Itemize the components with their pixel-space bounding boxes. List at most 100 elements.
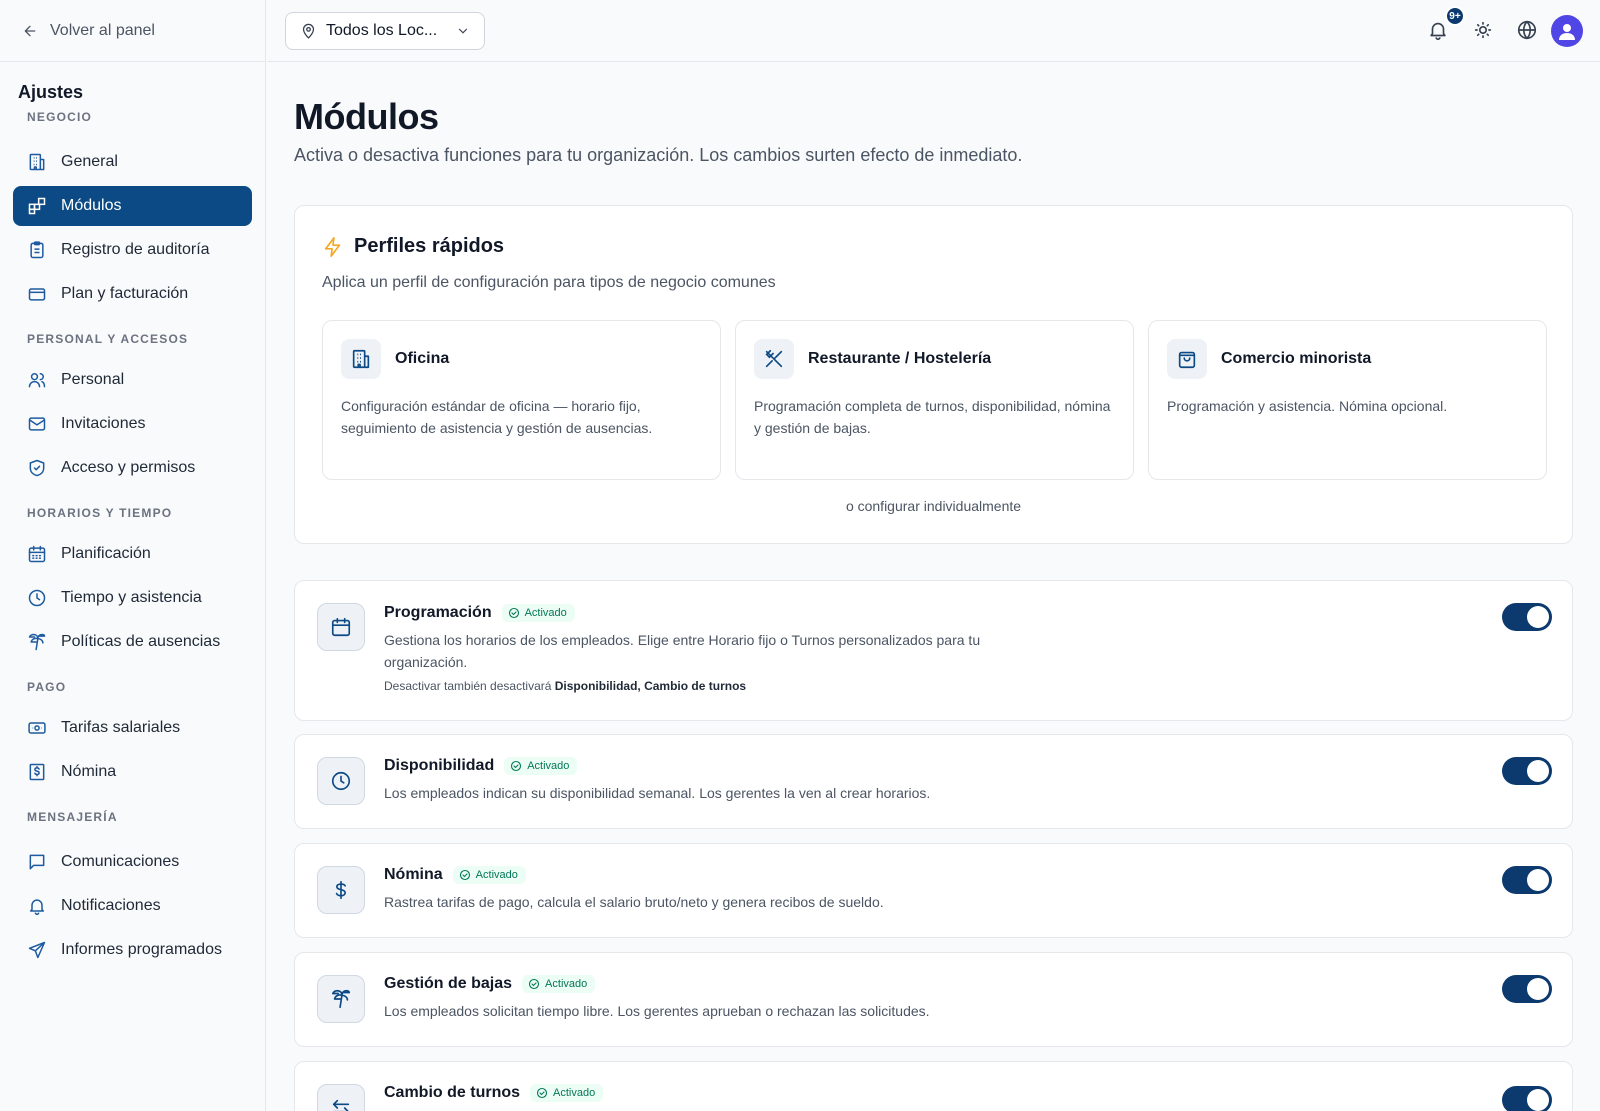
- page-subtitle: Activa o desactiva funciones para tu org…: [294, 145, 1023, 165]
- banknote-icon: [28, 722, 46, 734]
- palm-tree-icon: [28, 633, 46, 651]
- module-card-payroll: Nómina Activado Rastrea tarifas de pago,…: [294, 843, 1573, 938]
- send-icon: [28, 941, 46, 959]
- check-circle-icon: [528, 978, 540, 990]
- profile-card-office[interactable]: Oficina Configuración estándar de oficin…: [322, 320, 721, 480]
- location-selector[interactable]: Todos los Loc...: [285, 12, 485, 50]
- sidebar-item-absence-policies[interactable]: Políticas de ausencias: [13, 622, 252, 662]
- sidebar-item-pay-rates[interactable]: Tarifas salariales: [13, 708, 252, 748]
- module-name: Programación: [384, 604, 492, 621]
- language-button[interactable]: [1516, 19, 1538, 41]
- status-badge: Activado: [522, 975, 596, 993]
- sidebar-item-label: Plan y facturación: [61, 285, 189, 302]
- profile-card-restaurant[interactable]: Restaurante / Hostelería Programación co…: [735, 320, 1134, 480]
- sidebar-item-label: Personal: [61, 371, 125, 388]
- sidebar-item-label: Tiempo y asistencia: [61, 589, 202, 606]
- chevron-down-icon: [458, 28, 468, 34]
- notifications-badge: 9+: [1445, 6, 1465, 26]
- module-description: Los empleados solicitan tiempo libre. Lo…: [384, 1003, 930, 1019]
- module-header: Disponibilidad Activado: [384, 757, 578, 775]
- module-name: Cambio de turnos: [384, 1084, 521, 1101]
- module-dependency-note: Desactivar también desactivará Disponibi…: [384, 679, 746, 693]
- mail-icon: [28, 417, 46, 431]
- sidebar-item-scheduled-reports[interactable]: Informes programados: [13, 930, 252, 970]
- module-description: Rastrea tarifas de pago, calcula el sala…: [384, 894, 884, 910]
- status-badge: Activado: [530, 1084, 604, 1102]
- status-label: Activado: [527, 760, 570, 772]
- sidebar-item-staff[interactable]: Personal: [13, 360, 252, 400]
- status-label: Activado: [545, 978, 588, 990]
- profile-description: Programación y asistencia. Nómina opcion…: [1167, 398, 1448, 414]
- location-value: Todos los Loc...: [326, 22, 438, 39]
- status-label: Activado: [553, 1087, 596, 1099]
- module-toggle-scheduling[interactable]: [1502, 603, 1552, 631]
- sidebar-item-payroll[interactable]: Nómina: [13, 752, 252, 792]
- sidebar-item-general[interactable]: General: [13, 142, 252, 182]
- module-name: Disponibilidad: [384, 757, 495, 774]
- sidebar-item-communications[interactable]: Comunicaciones: [13, 842, 252, 882]
- sidebar-item-modules[interactable]: Módulos: [13, 186, 252, 226]
- clock-icon: [317, 757, 365, 805]
- notifications-button[interactable]: [1427, 19, 1449, 41]
- user-icon: [1559, 24, 1575, 40]
- section-pay: PAGO: [27, 680, 67, 694]
- sidebar-item-label: General: [61, 153, 118, 170]
- quick-profiles-subtitle: Aplica un perfil de configuración para t…: [322, 274, 776, 291]
- profile-description: Programación completa de turnos, disponi…: [754, 398, 1111, 436]
- building-icon: [29, 153, 45, 171]
- sidebar-item-label: Comunicaciones: [61, 853, 180, 870]
- sidebar-item-planning[interactable]: Planificación: [13, 534, 252, 574]
- profile-card-retail[interactable]: Comercio minorista Programación y asiste…: [1148, 320, 1547, 480]
- back-label: Volver al panel: [50, 21, 155, 39]
- clipboard-icon: [30, 241, 44, 259]
- module-card-availability: Disponibilidad Activado Los empleados in…: [294, 734, 1573, 829]
- module-toggle-leave-management[interactable]: [1502, 975, 1552, 1003]
- message-square-icon: [29, 854, 45, 870]
- note-dependencies: Disponibilidad, Cambio de turnos: [554, 679, 747, 693]
- configure-individually-label: o configurar individualmente: [845, 498, 1022, 514]
- calendar-icon: [317, 603, 365, 651]
- bell-icon: [30, 899, 44, 916]
- sidebar-item-access[interactable]: Acceso y permisos: [13, 448, 252, 488]
- sidebar-item-audit-log[interactable]: Registro de auditoría: [13, 230, 252, 270]
- sidebar-item-label: Nómina: [61, 763, 117, 780]
- sidebar-item-invitations[interactable]: Invitaciones: [13, 404, 252, 444]
- globe-icon: [1517, 20, 1537, 40]
- status-badge: Activado: [504, 757, 578, 775]
- status-label: Activado: [524, 607, 567, 619]
- sidebar-item-label: Planificación: [61, 545, 151, 562]
- sun-icon: [1474, 21, 1492, 39]
- quick-profiles-card: Perfiles rápidos Aplica un perfil de con…: [294, 205, 1573, 544]
- theme-toggle-button[interactable]: [1472, 19, 1494, 41]
- check-circle-icon: [459, 869, 470, 881]
- dollar-icon: [317, 866, 365, 914]
- module-toggle-shift-swap[interactable]: [1502, 1086, 1552, 1111]
- settings-sidebar: Volver al panel Ajustes NEGOCIO General …: [0, 0, 266, 1111]
- sidebar-item-notifications[interactable]: Notificaciones: [13, 886, 252, 926]
- arrow-left-icon: [24, 25, 36, 36]
- module-name: Gestión de bajas: [384, 975, 513, 992]
- top-bar: Todos los Loc... 9+: [267, 0, 1600, 62]
- sidebar-item-time[interactable]: Tiempo y asistencia: [13, 578, 252, 618]
- sidebar-item-billing[interactable]: Plan y facturación: [13, 274, 252, 314]
- page-title: Módulos: [294, 96, 439, 137]
- user-avatar[interactable]: [1551, 15, 1583, 47]
- back-to-dashboard-link[interactable]: Volver al panel: [0, 0, 265, 62]
- bell-icon: [1430, 22, 1446, 40]
- module-header: Cambio de turnos Activado: [384, 1084, 604, 1102]
- module-toggle-availability[interactable]: [1502, 757, 1552, 785]
- status-badge: Activado: [501, 604, 575, 622]
- sidebar-item-label: Tarifas salariales: [61, 719, 181, 736]
- module-card-shift-swap: Cambio de turnos Activado: [294, 1061, 1573, 1111]
- sidebar-item-label: Módulos: [61, 197, 122, 214]
- module-description: Gestiona los horarios de los empleados. …: [384, 632, 981, 670]
- module-header: Programación Activado: [384, 604, 575, 622]
- status-label: Activado: [475, 869, 518, 881]
- map-pin-icon: [302, 23, 315, 39]
- check-circle-icon: [511, 760, 522, 772]
- profile-name: Restaurante / Hostelería: [808, 350, 992, 367]
- section-schedule: HORARIOS Y TIEMPO: [27, 506, 173, 520]
- module-toggle-payroll[interactable]: [1502, 866, 1552, 894]
- profile-name: Comercio minorista: [1221, 350, 1372, 367]
- utensils-icon: [754, 339, 794, 379]
